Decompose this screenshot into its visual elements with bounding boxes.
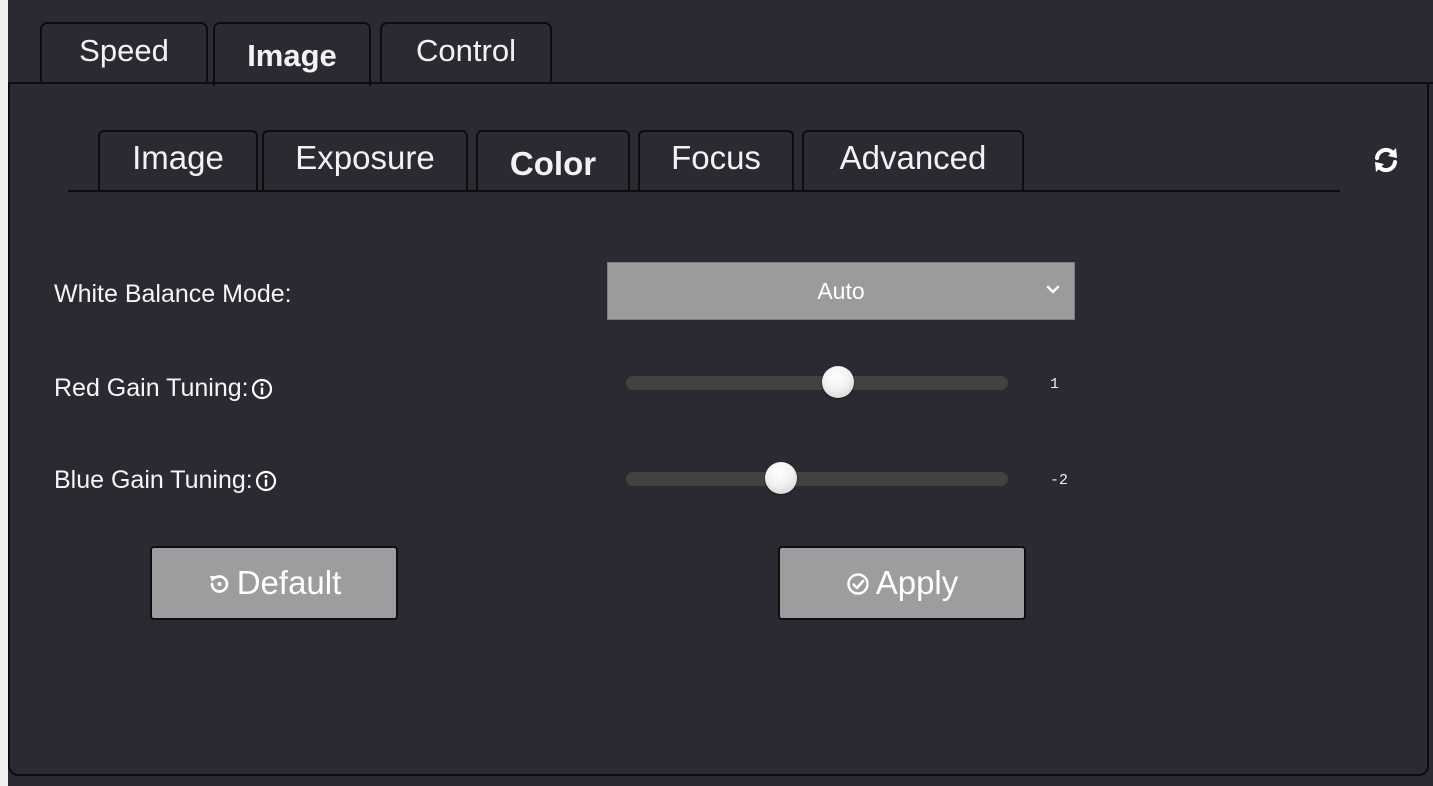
slider-track bbox=[626, 376, 1008, 390]
subtab-color[interactable]: Color bbox=[476, 130, 630, 192]
slider-thumb[interactable] bbox=[822, 366, 854, 398]
apply-button[interactable]: Apply bbox=[778, 546, 1026, 620]
slider-track bbox=[626, 472, 1008, 486]
white-balance-value: Auto bbox=[817, 278, 865, 304]
red-gain-slider[interactable] bbox=[626, 363, 1008, 403]
screen: Speed Image Control Image Exposure Color… bbox=[0, 0, 1433, 786]
refresh-icon[interactable] bbox=[1370, 144, 1402, 176]
top-tab-bar: Speed Image Control bbox=[8, 0, 1433, 86]
red-gain-label-row: Red Gain Tuning: bbox=[54, 374, 273, 403]
chevron-down-icon bbox=[1046, 285, 1060, 294]
info-icon[interactable] bbox=[255, 470, 277, 492]
blue-gain-slider[interactable] bbox=[626, 459, 1008, 499]
subtab-focus[interactable]: Focus bbox=[638, 130, 794, 192]
tab-image[interactable]: Image bbox=[213, 22, 371, 86]
check-circle-icon bbox=[847, 573, 869, 595]
subtab-advanced[interactable]: Advanced bbox=[802, 130, 1024, 192]
red-gain-value: 1 bbox=[1050, 376, 1060, 393]
subtab-exposure[interactable]: Exposure bbox=[262, 130, 468, 192]
apply-button-label: Apply bbox=[875, 564, 959, 601]
subtab-divider bbox=[68, 190, 1340, 192]
subtab-image[interactable]: Image bbox=[98, 130, 258, 192]
white-balance-select[interactable]: Auto bbox=[607, 262, 1075, 320]
settings-window: Speed Image Control Image Exposure Color… bbox=[8, 0, 1433, 786]
reset-icon bbox=[209, 575, 228, 593]
color-settings-panel: Image Exposure Color Focus Advanced Whit… bbox=[8, 84, 1429, 776]
default-button[interactable]: Default bbox=[150, 546, 398, 620]
blue-gain-value: -2 bbox=[1050, 472, 1069, 489]
white-balance-label: White Balance Mode: bbox=[54, 280, 292, 308]
tab-control[interactable]: Control bbox=[380, 22, 552, 84]
tab-speed[interactable]: Speed bbox=[40, 22, 208, 84]
slider-thumb[interactable] bbox=[764, 462, 797, 494]
red-gain-label: Red Gain Tuning: bbox=[54, 374, 249, 402]
default-button-label: Default bbox=[236, 564, 342, 601]
blue-gain-label-row: Blue Gain Tuning: bbox=[54, 466, 277, 495]
blue-gain-label: Blue Gain Tuning: bbox=[54, 466, 253, 494]
info-icon[interactable] bbox=[251, 378, 273, 400]
